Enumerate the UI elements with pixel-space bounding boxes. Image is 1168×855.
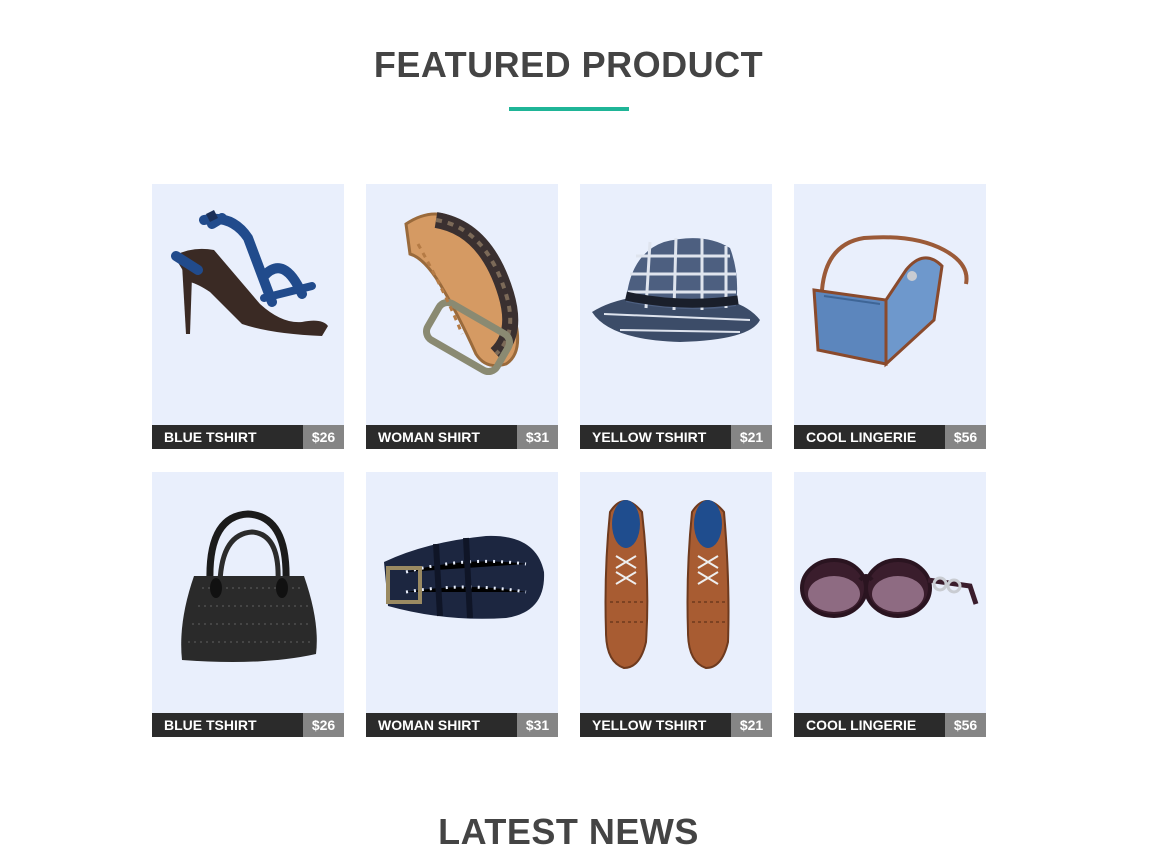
product-price: $56 <box>945 713 986 737</box>
product-card[interactable]: COOL LINGERIE $56 <box>794 184 986 449</box>
latest-news-title: LATEST NEWS <box>438 811 699 852</box>
product-name: WOMAN SHIRT <box>366 425 517 449</box>
product-name: WOMAN SHIRT <box>366 713 517 737</box>
product-price: $31 <box>517 713 558 737</box>
product-name: YELLOW TSHIRT <box>580 713 731 737</box>
braided-belt-icon <box>404 212 520 376</box>
product-price: $31 <box>517 425 558 449</box>
product-price: $21 <box>731 425 772 449</box>
product-card[interactable]: COOL LINGERIE $56 <box>794 472 986 737</box>
plaid-hat-icon <box>592 237 760 342</box>
denim-bag-icon <box>812 235 969 368</box>
product-card[interactable]: BLUE TSHIRT $26 <box>152 184 344 449</box>
product-price: $21 <box>731 713 772 737</box>
sunglasses-icon <box>800 558 979 618</box>
featured-product-title: FEATURED PRODUCT <box>373 44 764 85</box>
product-price: $56 <box>945 425 986 449</box>
leather-shoes-icon <box>604 500 730 670</box>
product-price: $26 <box>303 425 344 449</box>
product-card[interactable]: YELLOW TSHIRT $21 <box>580 472 772 737</box>
title-underline <box>509 107 629 111</box>
product-name: BLUE TSHIRT <box>152 425 303 449</box>
product-card[interactable]: WOMAN SHIRT $31 <box>366 472 558 737</box>
black-handbag-icon <box>181 510 317 662</box>
product-name: YELLOW TSHIRT <box>580 425 731 449</box>
product-name: COOL LINGERIE <box>794 425 945 449</box>
sandal-icon <box>171 210 328 336</box>
product-card[interactable]: WOMAN SHIRT $31 <box>366 184 558 449</box>
product-name: COOL LINGERIE <box>794 713 945 737</box>
product-name: BLUE TSHIRT <box>152 713 303 737</box>
product-card[interactable]: YELLOW TSHIRT $21 <box>580 184 772 449</box>
product-card[interactable]: BLUE TSHIRT $26 <box>152 472 344 737</box>
perforated-belt-icon <box>384 535 545 619</box>
product-price: $26 <box>303 713 344 737</box>
